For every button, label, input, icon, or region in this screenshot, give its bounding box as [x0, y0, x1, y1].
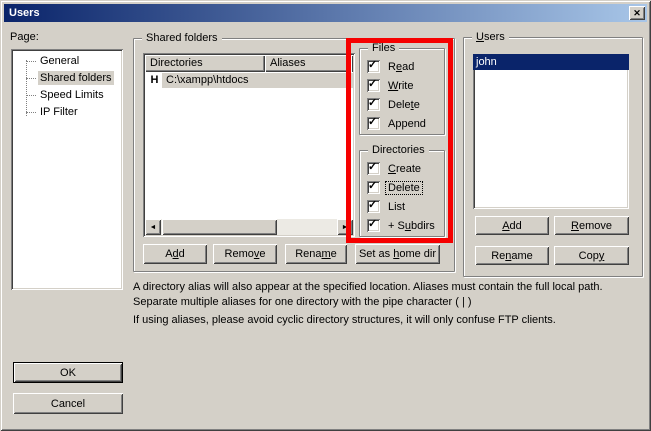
alias-help-text: A directory alias will also appear at th… [133, 280, 650, 310]
checkbox-row-read[interactable]: ✓ Read [367, 59, 416, 74]
folder-remove-button[interactable]: Remove [213, 244, 277, 264]
folder-remove-label: Remove [225, 248, 266, 260]
horizontal-scrollbar[interactable]: ◄ ► [145, 219, 353, 235]
sidebar-item-shared-folders[interactable]: Shared folders [15, 70, 120, 86]
sidebar-item-speed-limits[interactable]: Speed Limits [15, 87, 120, 103]
user-rename-label: Rename [491, 250, 533, 262]
user-add-label: Add [502, 220, 522, 232]
sidebar-item-label: Speed Limits [38, 88, 106, 102]
shared-folders-table[interactable]: Directories Aliases H C:\xampp\htdocs ◄ … [143, 53, 355, 237]
user-remove-button[interactable]: Remove [554, 216, 629, 235]
checkmark-icon: ✓ [368, 179, 377, 192]
scroll-left-button[interactable]: ◄ [145, 219, 161, 235]
checkbox-row-write[interactable]: ✓ Write [367, 78, 415, 93]
tree-stub [26, 61, 36, 62]
write-label: Write [386, 80, 415, 92]
file-delete-checkbox[interactable]: ✓ [367, 98, 380, 111]
append-label: Append [386, 118, 428, 130]
dir-delete-checkbox[interactable]: ✓ [367, 181, 380, 194]
checkmark-icon: ✓ [368, 58, 377, 71]
read-checkbox[interactable]: ✓ [367, 60, 380, 73]
user-rename-button[interactable]: Rename [475, 246, 549, 265]
checkmark-icon: ✓ [368, 115, 377, 128]
subdirs-label: + Subdirs [386, 220, 437, 232]
close-button[interactable]: ✕ [629, 6, 645, 20]
page-label: Page: [10, 31, 39, 43]
folder-add-button[interactable]: Add [143, 244, 207, 264]
set-as-home-dir-label: Set as home dir [359, 248, 436, 260]
users-group: Users john Add Remove Rename Copy [463, 37, 643, 277]
ok-button[interactable]: OK [13, 362, 123, 383]
dir-delete-label: Delete [386, 182, 422, 194]
checkmark-icon: ✓ [368, 77, 377, 90]
table-header: Directories Aliases [145, 55, 353, 72]
table-row[interactable]: H C:\xampp\htdocs [145, 72, 353, 88]
ok-label: OK [60, 367, 76, 379]
user-list-item[interactable]: john [473, 54, 629, 70]
scroll-left-icon: ◄ [150, 224, 157, 231]
tree-stub [26, 78, 36, 79]
close-icon: ✕ [633, 8, 641, 19]
shared-folders-group-label: Shared folders [142, 32, 222, 45]
checkbox-row-dir-delete[interactable]: ✓ Delete [367, 180, 422, 195]
user-remove-label: Remove [571, 220, 612, 232]
create-checkbox[interactable]: ✓ [367, 162, 380, 175]
checkbox-row-list[interactable]: ✓ List [367, 199, 407, 214]
list-checkbox[interactable]: ✓ [367, 200, 380, 213]
checkmark-icon: ✓ [368, 217, 377, 230]
user-copy-button[interactable]: Copy [554, 246, 629, 265]
tree-stub [26, 112, 36, 113]
checkbox-row-subdirs[interactable]: ✓ + Subdirs [367, 218, 437, 233]
write-checkbox[interactable]: ✓ [367, 79, 380, 92]
scrollbar-thumb[interactable] [162, 219, 277, 235]
sidebar-item-label: Shared folders [38, 71, 114, 85]
subdirs-checkbox[interactable]: ✓ [367, 219, 380, 232]
list-label: List [386, 201, 407, 213]
files-permissions-group: Files ✓ Read ✓ Write ✓ Delete ✓ Append [359, 48, 445, 135]
folder-rename-button[interactable]: Rename [285, 244, 347, 264]
set-as-home-dir-button[interactable]: Set as home dir [355, 244, 440, 264]
file-delete-label: Delete [386, 99, 422, 111]
user-copy-label: Copy [579, 250, 605, 262]
checkbox-row-create[interactable]: ✓ Create [367, 161, 423, 176]
directory-path: C:\xampp\htdocs [162, 73, 353, 88]
directories-permissions-group: Directories ✓ Create ✓ Delete ✓ List ✓ +… [359, 150, 445, 237]
folder-add-label: Add [165, 248, 185, 260]
checkbox-row-append[interactable]: ✓ Append [367, 116, 428, 131]
cancel-button[interactable]: Cancel [13, 393, 123, 414]
cancel-label: Cancel [51, 398, 85, 410]
checkmark-icon: ✓ [368, 198, 377, 211]
user-add-button[interactable]: Add [475, 216, 549, 235]
read-label: Read [386, 61, 416, 73]
users-group-label: Users [472, 31, 509, 44]
checkmark-icon: ✓ [368, 96, 377, 109]
sidebar-item-ip-filter[interactable]: IP Filter [15, 104, 120, 120]
titlebar[interactable]: Users ✕ [4, 4, 647, 22]
column-header-filler [351, 55, 353, 72]
checkmark-icon: ✓ [368, 160, 377, 173]
files-group-label: Files [368, 42, 399, 55]
sidebar-item-label: IP Filter [38, 105, 80, 119]
window-title: Users [9, 7, 40, 19]
scroll-right-button[interactable]: ► [337, 219, 353, 235]
page-list[interactable]: General Shared folders Speed Limits IP F… [11, 49, 123, 290]
tree-stub [26, 95, 36, 96]
column-header-directories[interactable]: Directories [145, 55, 265, 72]
users-dialog: Users ✕ Page: General Shared folders Spe… [0, 0, 651, 431]
users-list[interactable]: john [473, 54, 629, 209]
folder-rename-label: Rename [295, 248, 337, 260]
column-header-aliases[interactable]: Aliases [265, 55, 351, 72]
home-dir-marker: H [147, 72, 162, 88]
checkbox-row-file-delete[interactable]: ✓ Delete [367, 97, 422, 112]
create-label: Create [386, 163, 423, 175]
sidebar-item-label: General [38, 54, 81, 68]
sidebar-item-general[interactable]: General [15, 53, 120, 69]
cyclic-warning-text: If using aliases, please avoid cyclic di… [133, 313, 650, 328]
scroll-right-icon: ► [342, 224, 349, 231]
append-checkbox[interactable]: ✓ [367, 117, 380, 130]
directories-group-label: Directories [368, 144, 429, 157]
